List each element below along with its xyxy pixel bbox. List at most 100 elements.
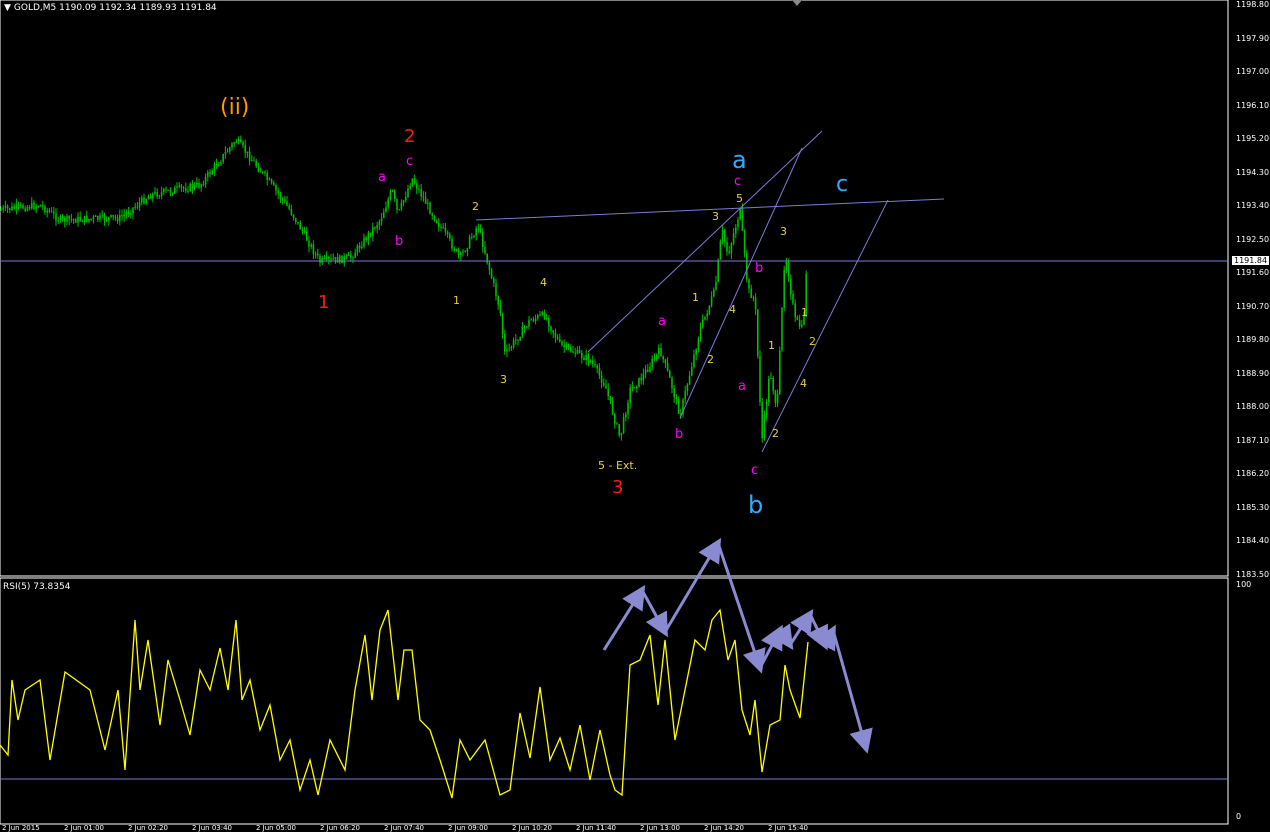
candle-body xyxy=(484,246,486,254)
candle-body xyxy=(290,208,293,215)
price-axis-label: 1189.80 xyxy=(1236,335,1270,344)
candle-body xyxy=(352,257,354,259)
candle-body xyxy=(649,366,651,372)
candle-body xyxy=(248,151,251,161)
candle-body xyxy=(336,257,339,263)
candle-body xyxy=(132,207,134,214)
time-axis-label: 2 Jun 11:40 xyxy=(576,824,617,832)
rsi-axis-top: 100 xyxy=(1236,580,1252,589)
candle-body xyxy=(273,182,275,186)
candle-body xyxy=(631,387,634,389)
candle-body xyxy=(198,182,200,188)
candle-body xyxy=(653,358,656,360)
candle-body xyxy=(768,378,770,403)
time-axis[interactable]: 2 Jun 2015 2 Jun 01:00 2 Jun 02:20 2 Jun 03… xyxy=(0,824,1228,832)
candle-body xyxy=(209,172,211,175)
candle-body xyxy=(658,347,660,355)
candle-body xyxy=(477,228,480,230)
candle-body xyxy=(77,216,79,223)
rsi-arrow xyxy=(831,629,873,754)
candle-body xyxy=(664,359,667,364)
candle-body xyxy=(746,252,748,280)
price-axis-label: 1183.50 xyxy=(1236,569,1270,579)
wave-label-one-red: 1 xyxy=(318,292,330,313)
candle-body xyxy=(455,249,458,251)
candle-body xyxy=(143,197,145,204)
candle-body xyxy=(141,197,143,203)
rsi-line xyxy=(0,608,809,799)
candle-body xyxy=(389,191,392,200)
candle-body xyxy=(699,327,702,339)
candle-body xyxy=(66,215,68,222)
candle-body xyxy=(464,251,466,253)
candle-body xyxy=(152,193,154,199)
symbol-label: GOLD,M5 xyxy=(13,3,57,13)
candle-body xyxy=(462,251,464,253)
candle-body xyxy=(50,211,53,213)
candle-body xyxy=(0,209,2,211)
time-axis-label: 2 Jun 02:20 xyxy=(128,824,169,832)
candle-body xyxy=(424,197,427,204)
candle-body xyxy=(488,262,491,270)
dropdown-triangle-icon[interactable]: ▼ xyxy=(4,3,11,13)
candle-body xyxy=(108,217,110,221)
candle-body xyxy=(262,171,264,173)
candle-body xyxy=(231,143,233,148)
candle-body xyxy=(508,348,510,350)
candle-body xyxy=(801,324,803,327)
candle-body xyxy=(614,414,616,424)
candle-body xyxy=(790,278,792,295)
candle-body xyxy=(9,208,11,211)
candle-body xyxy=(255,160,257,167)
candle-body xyxy=(460,252,462,255)
candle-body xyxy=(792,294,794,304)
candle-body xyxy=(561,341,563,345)
candle-body xyxy=(482,231,484,247)
candle-body xyxy=(79,216,81,221)
current-price-tag: 1191.84 xyxy=(1232,256,1270,265)
candle-body xyxy=(702,319,704,328)
candle-body xyxy=(178,185,180,187)
candle-body xyxy=(438,222,440,227)
candle-body xyxy=(176,186,178,188)
candle-body xyxy=(541,312,543,315)
price-axis-label: 1197.90 xyxy=(1236,33,1270,43)
wave-label-two-red: 2 xyxy=(404,126,416,147)
candle-body xyxy=(136,206,139,208)
candle-body xyxy=(160,192,163,196)
candle-body xyxy=(618,423,620,436)
candle-body xyxy=(750,288,752,299)
candle-body xyxy=(431,213,433,216)
candle-body xyxy=(411,178,414,187)
wave-label-c-cyan: c xyxy=(836,172,849,197)
candle-body xyxy=(726,241,728,252)
candle-body xyxy=(257,166,260,172)
scroll-marker-icon[interactable] xyxy=(792,0,802,6)
rsi-arrow xyxy=(716,542,766,674)
candle-body xyxy=(308,240,310,247)
price-axis[interactable]: 1198.80 1197.90 1197.00 1196.10 1195.20 1194.… xyxy=(1228,0,1270,832)
candle-body xyxy=(554,332,557,338)
candle-body xyxy=(671,377,673,389)
wave-label-s4c: 4 xyxy=(800,377,807,390)
candle-body xyxy=(233,142,235,144)
candle-body xyxy=(763,415,766,439)
candle-body xyxy=(515,339,517,341)
wave-label-s4: 4 xyxy=(540,276,547,289)
candle-body xyxy=(13,206,15,209)
candle-body xyxy=(713,289,715,297)
candle-body xyxy=(660,347,662,357)
candle-body xyxy=(691,367,693,376)
candle-body xyxy=(451,238,453,249)
candle-body xyxy=(97,215,99,220)
wave-label-c-mag-1: c xyxy=(406,154,414,169)
candle-body xyxy=(253,160,255,162)
candle-body xyxy=(17,204,20,206)
candle-body xyxy=(710,296,713,306)
chart-canvas[interactable] xyxy=(0,0,1270,832)
wave-label-b-mag-1: b xyxy=(395,234,404,249)
upper-trendline[interactable] xyxy=(475,198,945,221)
candle-body xyxy=(398,209,400,211)
wave-label-ext: 5 - Ext. xyxy=(598,459,638,472)
candle-body xyxy=(35,206,37,209)
